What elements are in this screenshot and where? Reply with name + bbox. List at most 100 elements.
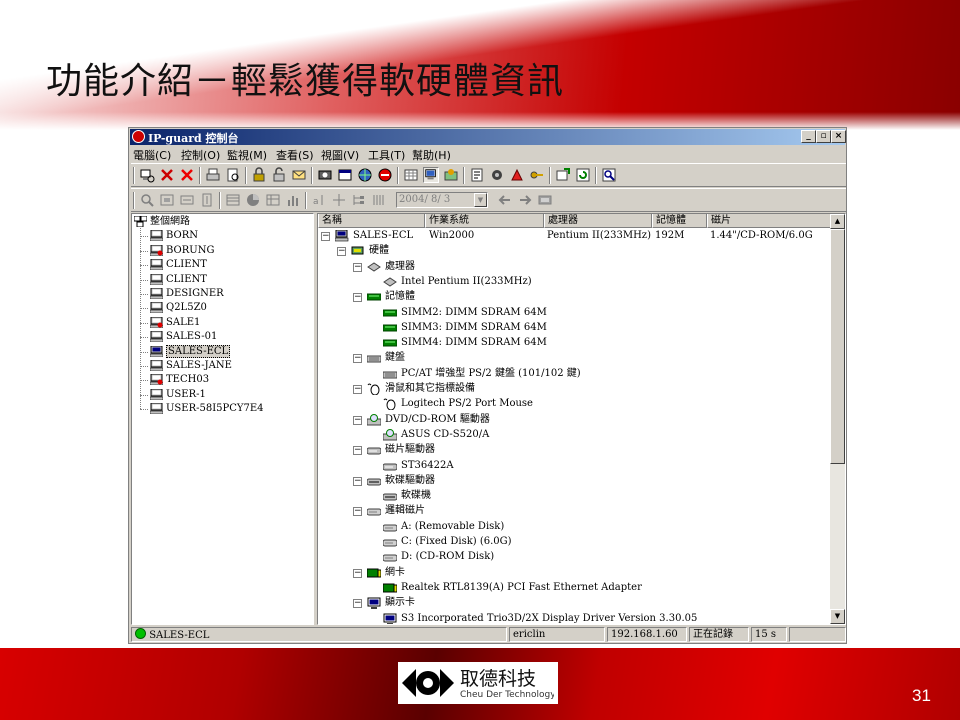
computer-tree-panel[interactable]: 整個網路 BORN BORUNG CLIENT CLIENT DESIGNER Q2L5Z0… (131, 213, 314, 625)
fit-height-icon[interactable] (199, 192, 215, 208)
asset-row-item[interactable]: S3 Incorporated Trio3D/2X Display Driver… (318, 612, 830, 624)
close-button[interactable]: × (831, 130, 846, 143)
menu-help[interactable]: 幫助(H) (412, 147, 451, 163)
asset-row-group[interactable]: − 記憶體 (318, 290, 830, 304)
print-icon[interactable] (205, 167, 221, 183)
minimize-button[interactable]: _ (801, 130, 816, 143)
unlock-icon[interactable] (271, 167, 287, 183)
asset-row-group[interactable]: − 硬體 (318, 244, 830, 258)
asset-row-item[interactable]: PC/AT 增強型 PS/2 鍵盤 (101/102 鍵) (318, 367, 830, 381)
delete-x-icon[interactable] (159, 167, 175, 183)
policy-icon[interactable] (469, 167, 485, 183)
tree-item-computer[interactable]: DESIGNER (140, 287, 224, 301)
asset-view-icon[interactable] (423, 167, 439, 183)
list-icon[interactable] (225, 192, 241, 208)
fit-window-icon[interactable] (159, 192, 175, 208)
alert-icon[interactable] (509, 167, 525, 183)
asset-row-item[interactable]: Realtek RTL8139(A) PCI Fast Ethernet Ada… (318, 581, 830, 595)
asset-row-item[interactable]: C: (Fixed Disk) (6.0G) (318, 535, 830, 549)
log-view-icon[interactable] (537, 192, 553, 208)
export-icon[interactable] (555, 167, 571, 183)
asset-row-group[interactable]: − 顯示卡 (318, 596, 830, 610)
asset-row-item[interactable]: ASUS CD-S520/A (318, 428, 830, 442)
asset-row-item[interactable]: SIMM2: DIMM SDRAM 64M (318, 306, 830, 320)
asset-row-item[interactable]: Logitech PS/2 Port Mouse (318, 397, 830, 411)
asset-row-item[interactable]: SIMM3: DIMM SDRAM 64M (318, 321, 830, 335)
find-computer-icon[interactable] (139, 167, 155, 183)
asset-row-group[interactable]: − 網卡 (318, 566, 830, 580)
tree-item-computer[interactable]: SALES-JANE (140, 359, 232, 373)
menu-view[interactable]: 視圖(V) (321, 147, 359, 163)
grid-view-icon[interactable] (403, 167, 419, 183)
maximize-button[interactable]: ▫ (816, 130, 831, 143)
asset-detail-panel[interactable]: 名稱 作業系統 處理器 記憶體 磁片 − SALES-ECL Win2000 Pent… (317, 213, 846, 625)
asset-row-item[interactable]: SIMM4: DIMM SDRAM 64M (318, 336, 830, 350)
collapse-toggle-icon[interactable]: − (321, 232, 330, 241)
expand-icon[interactable] (331, 192, 347, 208)
asset-row-item[interactable]: ST36422A (318, 459, 830, 473)
tree-item-computer[interactable]: SALES-01 (140, 330, 217, 344)
asset-row-group[interactable]: − 鍵盤 (318, 351, 830, 365)
collapse-toggle-icon[interactable]: − (353, 293, 362, 303)
asset-row-item[interactable]: 軟碟機 (318, 489, 830, 503)
asset-row-item[interactable]: Intel Pentium II(233MHz) (318, 275, 830, 289)
software-icon[interactable] (443, 167, 459, 183)
asset-row-group[interactable]: − 軟碟驅動器 (318, 474, 830, 488)
collapse-toggle-icon[interactable]: − (353, 476, 362, 486)
column-disk[interactable]: 磁片 (707, 214, 832, 228)
scroll-down-icon[interactable]: ▼ (830, 609, 845, 624)
tree-item-computer[interactable]: USER-58I5PCY7E4 (140, 402, 264, 416)
scroll-up-icon[interactable]: ▲ (830, 214, 845, 229)
tree-item-computer[interactable]: BORUNG (140, 244, 214, 258)
menu-monitor[interactable]: 監視(M) (227, 147, 267, 163)
tree-item-computer[interactable]: SALES-ECL (140, 344, 231, 359)
refresh-icon[interactable] (575, 167, 591, 183)
fit-width-icon[interactable] (179, 192, 195, 208)
menu-computer[interactable]: 電腦(C) (133, 147, 171, 163)
table-icon[interactable] (265, 192, 281, 208)
collapse-toggle-icon[interactable]: − (353, 599, 362, 609)
collapse-toggle-icon[interactable]: − (353, 385, 362, 394)
asset-row-group[interactable]: − 處理器 (318, 260, 830, 274)
chevron-down-icon[interactable]: ▼ (474, 193, 487, 207)
print-preview-icon[interactable] (225, 167, 241, 183)
column-cpu[interactable]: 處理器 (544, 214, 652, 228)
tree-item-computer[interactable]: Q2L5Z0 (140, 301, 207, 315)
tree-item-computer[interactable]: USER-1 (140, 388, 206, 402)
tree-item-computer[interactable]: CLIENT (140, 273, 207, 287)
asset-row-group[interactable]: − DVD/CD-ROM 驅動器 (318, 413, 830, 427)
tree-item-computer[interactable]: BORN (140, 229, 198, 243)
tree-item-computer[interactable]: TECH03 (140, 373, 209, 387)
tree-root[interactable]: 整個網路 (134, 215, 190, 229)
previous-arrow-icon[interactable] (497, 192, 513, 208)
red-x-icon[interactable] (179, 167, 195, 183)
column-name[interactable]: 名稱 (318, 214, 425, 228)
columns-icon[interactable] (371, 192, 387, 208)
vertical-scrollbar[interactable]: ▲ ▼ (830, 214, 845, 624)
collapse-toggle-icon[interactable]: − (353, 262, 362, 272)
key-icon[interactable] (529, 167, 545, 183)
collapse-toggle-icon[interactable]: − (353, 415, 362, 425)
sort-icon[interactable]: a (311, 192, 327, 208)
menu-view-data[interactable]: 查看(S) (276, 147, 314, 163)
collapse-toggle-icon[interactable]: − (337, 247, 346, 257)
next-arrow-icon[interactable] (517, 192, 533, 208)
window-monitor-icon[interactable] (337, 167, 353, 183)
zoom-icon[interactable] (139, 192, 155, 208)
asset-row-group[interactable]: − 邏輯磁片 (318, 504, 830, 518)
pie-chart-icon[interactable] (245, 192, 261, 208)
asset-row-item[interactable]: A: (Removable Disk) (318, 520, 830, 534)
scrollbar-thumb[interactable] (830, 229, 845, 464)
menu-control[interactable]: 控制(O) (181, 147, 220, 163)
tree-icon[interactable] (351, 192, 367, 208)
asset-row-group[interactable]: − 滑鼠和其它指標設備 (318, 382, 830, 396)
column-os[interactable]: 作業系統 (425, 214, 544, 228)
block-icon[interactable] (377, 167, 393, 183)
asset-row-item[interactable]: D: (CD-ROM Disk) (318, 550, 830, 564)
menu-tools[interactable]: 工具(T) (368, 147, 405, 163)
collapse-toggle-icon[interactable]: − (353, 507, 362, 517)
asset-row-group[interactable]: − 磁片驅動器 (318, 443, 830, 457)
date-picker[interactable]: 2004/ 8/ 3 ▼ (396, 192, 488, 208)
window-titlebar[interactable]: IP-guard 控制台 _ ▫ × (130, 129, 846, 145)
collapse-toggle-icon[interactable]: − (353, 446, 362, 456)
